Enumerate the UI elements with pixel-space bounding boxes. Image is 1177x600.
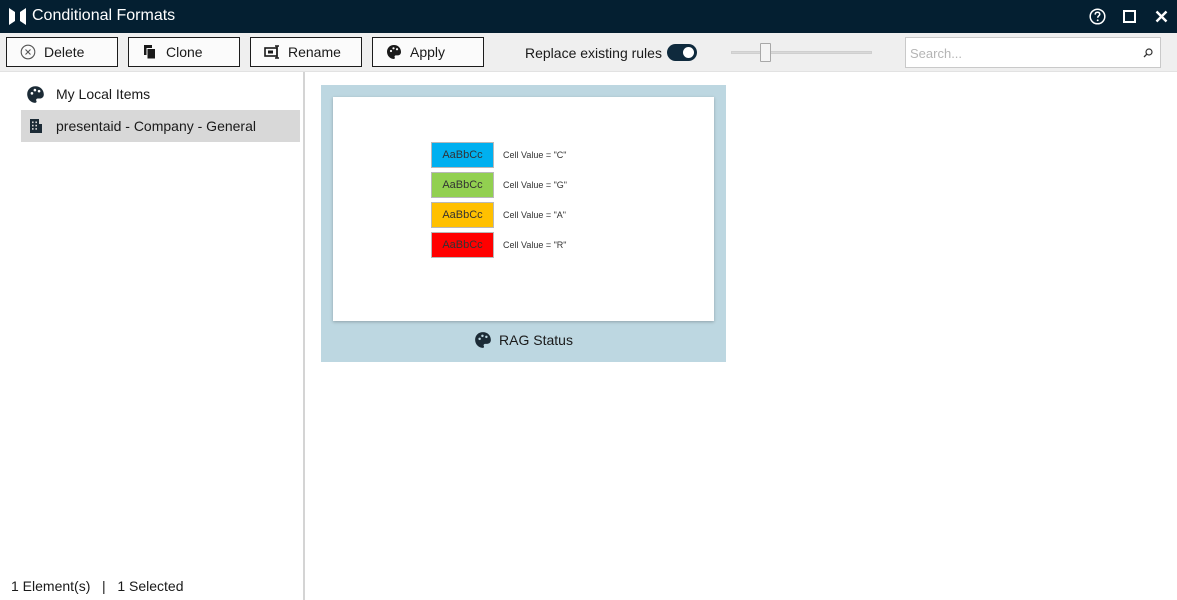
status-bar: 1 Element(s) | 1 Selected	[11, 578, 184, 594]
rename-icon	[264, 44, 280, 60]
rename-button[interactable]: Rename	[250, 37, 362, 67]
search-box	[905, 37, 1161, 68]
rule-condition: Cell Value = "C"	[503, 150, 567, 160]
format-card-footer: RAG Status	[321, 327, 726, 353]
title-bar: Conditional Formats	[0, 0, 1177, 33]
maximize-button[interactable]	[1118, 5, 1140, 27]
zoom-slider[interactable]	[731, 42, 872, 62]
rule-row: AaBbCc Cell Value = "G"	[431, 172, 567, 198]
rule-row: AaBbCc Cell Value = "C"	[431, 142, 567, 168]
delete-icon	[20, 44, 36, 60]
window-title: Conditional Formats	[32, 7, 176, 24]
format-preview: AaBbCc Cell Value = "C" AaBbCc Cell Valu…	[333, 97, 714, 321]
delete-label: Delete	[44, 44, 85, 60]
palette-icon	[386, 44, 402, 60]
search-icon[interactable]	[1141, 46, 1155, 60]
zoom-slider-thumb[interactable]	[760, 43, 771, 62]
apply-button[interactable]: Apply	[372, 37, 484, 67]
toolbar: Delete Clone Rename Apply Replace existi…	[0, 33, 1177, 72]
clone-icon	[142, 44, 158, 60]
help-icon	[1088, 7, 1106, 25]
tree-item-my-local-items[interactable]: My Local Items	[21, 78, 300, 110]
panel-splitter[interactable]	[303, 72, 305, 600]
replace-existing-rules-toggle[interactable]	[667, 44, 697, 61]
app-logo-icon	[9, 8, 26, 25]
zoom-slider-track	[731, 51, 872, 54]
clone-label: Clone	[166, 44, 203, 60]
rule-condition: Cell Value = "R"	[503, 240, 567, 250]
rule-swatch: AaBbCc	[431, 232, 494, 258]
rule-swatch: AaBbCc	[431, 202, 494, 228]
search-input[interactable]	[910, 44, 1130, 62]
selected-count: 1 Selected	[117, 578, 184, 594]
tree-item-label: presentaid - Company - General	[56, 118, 256, 134]
status-separator: |	[102, 578, 106, 594]
rule-swatch: AaBbCc	[431, 142, 494, 168]
rule-condition: Cell Value = "A"	[503, 210, 567, 220]
toggle-knob	[683, 47, 694, 58]
palette-icon	[474, 331, 492, 349]
rule-condition: Cell Value = "G"	[503, 180, 568, 190]
rule-swatch: AaBbCc	[431, 172, 494, 198]
element-count: 1 Element(s)	[11, 578, 91, 594]
rule-row: AaBbCc Cell Value = "A"	[431, 202, 566, 228]
apply-label: Apply	[410, 44, 446, 60]
help-button[interactable]	[1086, 5, 1108, 27]
close-icon	[1155, 10, 1167, 22]
rename-label: Rename	[288, 44, 341, 60]
building-icon	[25, 116, 45, 136]
format-name: RAG Status	[499, 332, 573, 348]
delete-button[interactable]: Delete	[6, 37, 118, 67]
rule-row: AaBbCc Cell Value = "R"	[431, 232, 567, 258]
format-card-rag-status[interactable]: AaBbCc Cell Value = "C" AaBbCc Cell Valu…	[321, 85, 726, 362]
close-button[interactable]	[1150, 5, 1172, 27]
library-tree-panel: My Local Items presentaid - Company - Ge…	[0, 72, 304, 600]
tree-item-label: My Local Items	[56, 86, 151, 102]
tree-item-company-general[interactable]: presentaid - Company - General	[21, 110, 300, 142]
replace-existing-rules-label: Replace existing rules	[525, 45, 662, 61]
palette-icon	[25, 84, 45, 104]
maximize-icon	[1122, 9, 1136, 23]
clone-button[interactable]: Clone	[128, 37, 240, 67]
